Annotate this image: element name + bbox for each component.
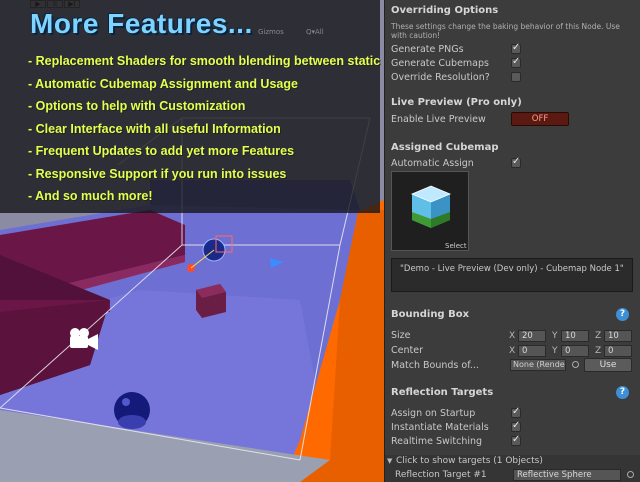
- promo-title: More Features...: [30, 8, 253, 39]
- promo-item: - Clear Interface with all useful Inform…: [28, 121, 281, 136]
- cubemap-icon: [410, 185, 452, 228]
- automatic-assign-label: Automatic Assign: [391, 158, 474, 169]
- scene-view[interactable]: ▶ II ▶I More Features... - Replacement S…: [0, 0, 384, 482]
- object-picker-icon[interactable]: [572, 361, 579, 368]
- help-icon[interactable]: ?: [616, 386, 629, 399]
- reflection-target-field[interactable]: Reflective Sphere: [513, 469, 621, 481]
- assign-on-startup-label: Assign on Startup: [391, 408, 476, 419]
- generate-pngs-checkbox[interactable]: [511, 42, 521, 54]
- instantiate-materials-checkbox[interactable]: [511, 420, 521, 432]
- cubemap-thumbnail[interactable]: Select: [391, 171, 469, 251]
- center-x-field[interactable]: 0: [518, 345, 546, 357]
- size-label: Size: [391, 330, 411, 341]
- center-y-axis-label: Y: [552, 346, 558, 356]
- promo-item: - Automatic Cubemap Assignment and Usage: [28, 76, 298, 91]
- gizmos-menu[interactable]: Gizmos: [258, 28, 284, 36]
- center-y-field[interactable]: 0: [561, 345, 589, 357]
- size-x-field[interactable]: 20: [518, 330, 546, 342]
- cubemap-select-button[interactable]: Select: [445, 242, 467, 250]
- promo-item: - Replacement Shaders for smooth blendin…: [28, 54, 384, 68]
- section-title-live-preview: Live Preview (Pro only): [391, 97, 522, 108]
- instantiate-materials-label: Instantiate Materials: [391, 422, 489, 433]
- automatic-assign-checkbox[interactable]: [511, 156, 521, 168]
- targets-foldout-label[interactable]: Click to show targets (1 Objects): [396, 456, 543, 466]
- center-z-axis-label: Z: [595, 346, 602, 356]
- promo-item: - Options to help with Customization: [28, 99, 246, 113]
- object-picker-icon[interactable]: [627, 471, 634, 478]
- enable-live-preview-label: Enable Live Preview: [391, 114, 486, 125]
- cubemap-description: "Demo - Live Preview (Dev only) - Cubema…: [391, 258, 633, 292]
- center-x-axis-label: X: [509, 346, 516, 356]
- size-z-axis-label: Z: [595, 331, 602, 341]
- promo-feature-list: - Replacement Shaders for smooth blendin…: [28, 50, 384, 208]
- live-preview-toggle[interactable]: OFF: [511, 112, 569, 126]
- size-z-field[interactable]: 10: [604, 330, 632, 342]
- section-title-reflection-targets: Reflection Targets: [391, 387, 494, 398]
- camera-icon[interactable]: [68, 326, 102, 352]
- section-title-overriding-options: Overriding Options: [391, 5, 499, 16]
- generate-pngs-label: Generate PNGs: [391, 44, 464, 55]
- use-button[interactable]: Use: [584, 358, 632, 372]
- size-y-field[interactable]: 10: [561, 330, 589, 342]
- realtime-switching-checkbox[interactable]: [511, 434, 521, 446]
- center-z-field[interactable]: 0: [604, 345, 632, 357]
- override-resolution-checkbox[interactable]: [511, 72, 521, 82]
- size-y-axis-label: Y: [552, 331, 558, 341]
- assign-on-startup-checkbox[interactable]: [511, 406, 521, 418]
- generate-cubemaps-label: Generate Cubemaps: [391, 58, 489, 69]
- realtime-switching-label: Realtime Switching: [391, 436, 483, 447]
- section-title-bounding-box: Bounding Box: [391, 309, 470, 320]
- center-label: Center: [391, 345, 423, 356]
- size-x-axis-label: X: [509, 331, 516, 341]
- hierarchy-search[interactable]: Q▾All: [306, 28, 324, 36]
- reflection-target-label: Reflection Target #1: [395, 470, 487, 480]
- promo-item: - Frequent Updates to add yet more Featu…: [28, 144, 295, 158]
- promo-overlay: More Features... - Replacement Shaders f…: [0, 0, 384, 213]
- overriding-caution-note: These settings change the baking behavio…: [391, 22, 620, 40]
- promo-item: - And so much more!: [28, 189, 153, 203]
- override-resolution-label: Override Resolution?: [391, 72, 490, 83]
- targets-foldout[interactable]: ▼ Click to show targets (1 Objects) Refl…: [385, 455, 640, 482]
- match-bounds-label: Match Bounds of...: [391, 360, 479, 371]
- inspector-panel: Overriding Options These settings change…: [384, 0, 640, 482]
- generate-cubemaps-checkbox[interactable]: [511, 56, 521, 68]
- help-icon[interactable]: ?: [616, 308, 629, 321]
- section-title-assigned-cubemap: Assigned Cubemap: [391, 142, 499, 153]
- foldout-arrow-icon[interactable]: ▼: [387, 457, 392, 465]
- promo-item: - Responsive Support if you run into iss…: [28, 166, 287, 181]
- match-bounds-object-field[interactable]: None (Rende: [510, 359, 566, 371]
